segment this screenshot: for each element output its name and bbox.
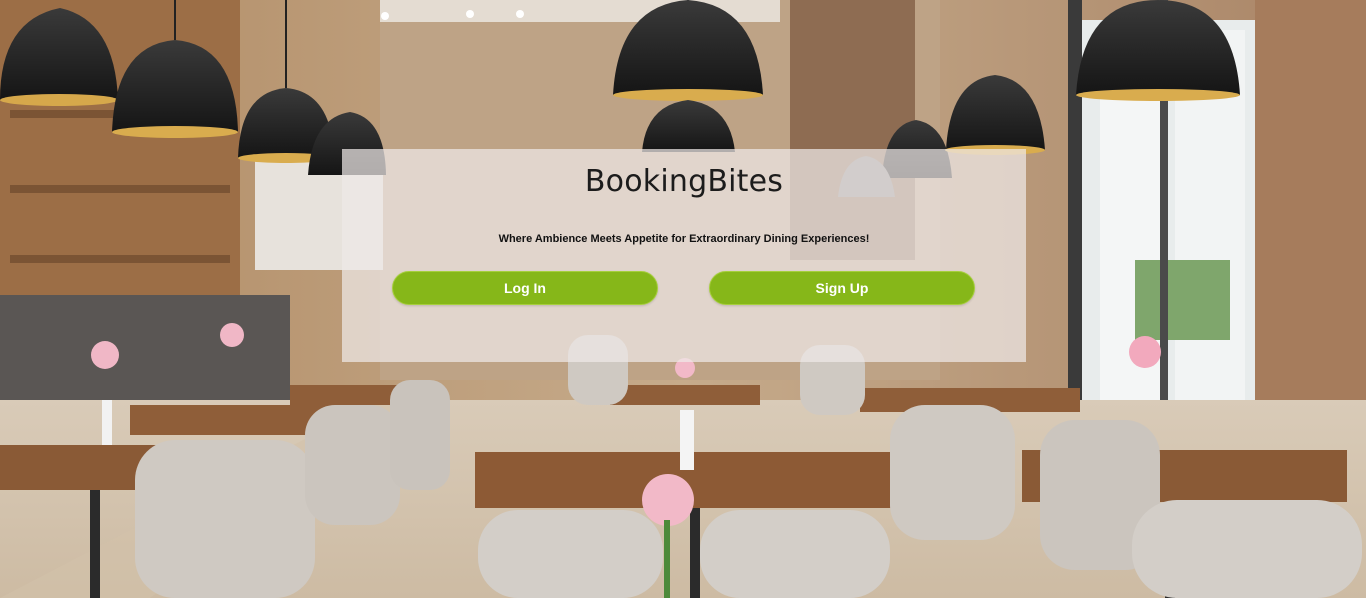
signup-button[interactable]: Sign Up: [709, 271, 975, 305]
login-button[interactable]: Log In: [392, 271, 658, 305]
app-title: BookingBites: [584, 164, 784, 199]
app-tagline: Where Ambience Meets Appetite for Extrao…: [498, 233, 870, 245]
landing-page: BookingBites Where Ambience Meets Appeti…: [0, 0, 1366, 598]
welcome-card: BookingBites Where Ambience Meets Appeti…: [342, 149, 1026, 362]
